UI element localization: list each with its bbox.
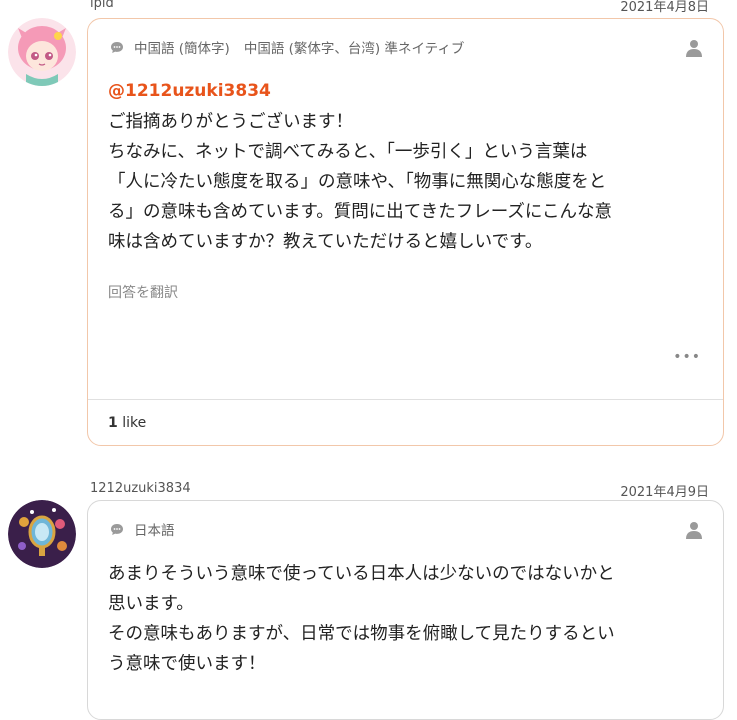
avatar-ipid[interactable] — [8, 18, 76, 86]
answer2-card: 日本語 あまりそういう意味で使っている日本人は少ないのではないかと 思います。 … — [87, 500, 724, 720]
answer2-username[interactable]: 1212uzuki3834 — [90, 481, 191, 496]
answer2-date: 2021年4月9日 — [620, 485, 709, 500]
like-count[interactable]: 1 like — [108, 415, 146, 431]
translate-answer-link[interactable]: 回答を翻訳 — [108, 282, 178, 302]
speech-bubble-icon — [111, 41, 123, 53]
avatar-1212uzuki3834[interactable] — [8, 500, 76, 568]
answer1-language-1: 中国語 (簡体字) — [134, 41, 230, 57]
answer1-date: 2021年4月8日 — [620, 0, 709, 15]
more-options-icon[interactable]: ••• — [673, 349, 701, 365]
answer2-language-row: 日本語 — [110, 519, 175, 539]
answer1-language-row: 中国語 (簡体字) 中国語 (繁体字、台湾) 準ネイティブ — [110, 37, 464, 57]
answer1-language-2: 中国語 (繁体字、台湾) 準ネイティブ — [243, 41, 465, 57]
speech-bubble-icon — [111, 523, 123, 535]
user-icon[interactable] — [685, 39, 703, 57]
user-icon[interactable] — [685, 521, 703, 539]
answer1-body: ご指摘ありがとうございます！ ちなみに、ネットで調べてみると、「一歩引く」という… — [108, 112, 612, 252]
answer2-body: あまりそういう意味で使っている日本人は少ないのではないかと 思います。 その意味… — [108, 564, 615, 674]
anime-girl-avatar-icon — [8, 18, 76, 86]
answer1-username[interactable]: ipid — [90, 0, 114, 11]
like-number: 1 — [108, 415, 118, 431]
card-divider — [88, 399, 723, 400]
magic-mirror-avatar-icon — [8, 500, 76, 568]
answer1-card: 中国語 (簡体字) 中国語 (繁体字、台湾) 準ネイティブ @1212uzuki… — [87, 18, 724, 446]
answer2-language-1: 日本語 — [134, 523, 175, 539]
like-label: like — [122, 415, 147, 431]
mention-link[interactable]: @1212uzuki3834 — [108, 81, 271, 101]
